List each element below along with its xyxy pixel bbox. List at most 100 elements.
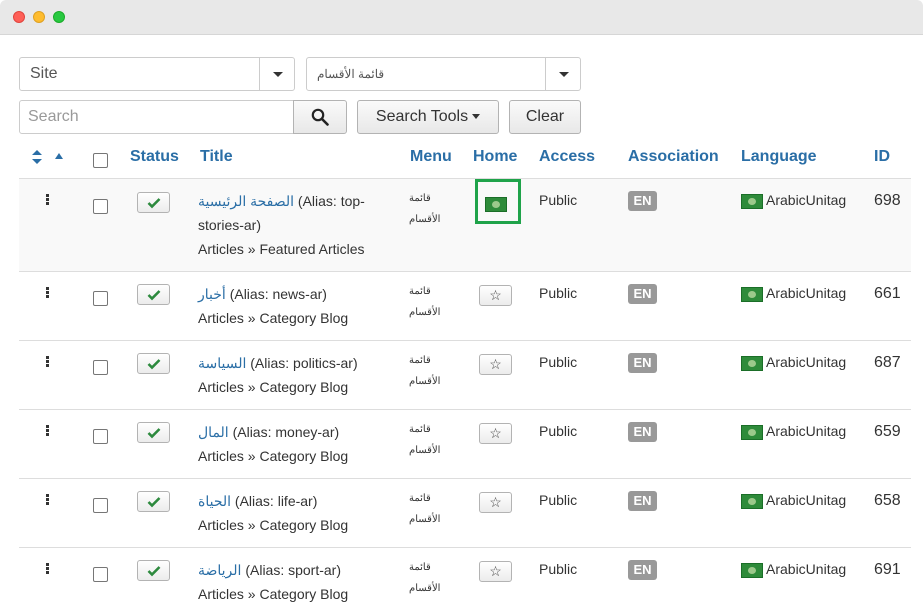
alias-text: (Alias: life-ar) xyxy=(234,493,318,509)
minimize-window-button[interactable] xyxy=(33,11,45,23)
title-cell: السياسة (Alias: politics-ar) Articles » … xyxy=(198,351,393,399)
set-home-button[interactable]: ☆ xyxy=(479,561,512,582)
column-header-id[interactable]: ID xyxy=(874,148,890,166)
check-icon xyxy=(147,497,161,508)
row-checkbox[interactable] xyxy=(93,429,108,444)
table-row: الحياة (Alias: life-ar) Articles » Categ… xyxy=(19,478,911,547)
title-cell: المال (Alias: money-ar) Articles » Categ… xyxy=(198,420,393,468)
row-checkbox[interactable] xyxy=(93,360,108,375)
search-icon xyxy=(311,108,329,126)
language-label: ArabicUnitag xyxy=(766,192,847,208)
language-label: ArabicUnitag xyxy=(766,423,847,439)
drag-handle-icon[interactable] xyxy=(46,425,50,437)
language-cell: ArabicUnitag xyxy=(741,423,846,440)
row-checkbox[interactable] xyxy=(93,291,108,306)
menu-item-title-link[interactable]: أخبار xyxy=(198,286,226,302)
menu-cell: قائمة الأقسام xyxy=(409,419,453,461)
association-badge[interactable]: EN xyxy=(628,353,657,373)
menu-item-title-link[interactable]: السياسة xyxy=(198,355,246,371)
arabic-flag-icon xyxy=(741,193,763,209)
language-label: ArabicUnitag xyxy=(766,354,847,370)
check-icon xyxy=(147,359,161,370)
menu-select[interactable]: قائمة الأقسام xyxy=(306,57,581,91)
drag-handle-icon[interactable] xyxy=(46,494,50,506)
client-select[interactable]: Site xyxy=(19,57,295,91)
set-home-button[interactable]: ☆ xyxy=(479,492,512,513)
association-badge[interactable]: EN xyxy=(628,422,657,442)
column-header-language[interactable]: Language xyxy=(741,148,817,166)
menu-item-title-link[interactable]: الصفحة الرئيسية xyxy=(198,193,294,209)
link-type-text: Articles » Featured Articles xyxy=(198,241,365,257)
column-header-access[interactable]: Access xyxy=(539,148,595,166)
language-cell: ArabicUnitag xyxy=(741,492,846,509)
menu-cell: قائمة الأقسام xyxy=(409,281,453,323)
menu-name-line2: الأقسام xyxy=(409,583,441,594)
association-badge[interactable]: EN xyxy=(628,284,657,304)
alias-text: (Alias: news-ar) xyxy=(229,286,327,302)
menu-item-title-link[interactable]: الرياضة xyxy=(198,562,241,578)
drag-handle-icon[interactable] xyxy=(46,287,50,299)
set-home-button[interactable]: ☆ xyxy=(479,354,512,375)
table-row: المال (Alias: money-ar) Articles » Categ… xyxy=(19,409,911,478)
select-all-checkbox[interactable] xyxy=(93,153,108,168)
check-icon xyxy=(147,566,161,577)
access-level: Public xyxy=(539,423,578,439)
sort-ascending-icon[interactable] xyxy=(55,153,63,159)
menu-name-line1: قائمة xyxy=(409,493,431,504)
status-toggle-button[interactable] xyxy=(137,284,170,305)
drag-handle-icon[interactable] xyxy=(46,563,50,575)
arabic-flag-icon xyxy=(741,424,763,440)
menu-select-value: قائمة الأقسام xyxy=(317,67,385,81)
item-id: 698 xyxy=(874,192,901,209)
association-badge[interactable]: EN xyxy=(628,560,657,580)
alias-text: (Alias: sport-ar) xyxy=(245,562,342,578)
alias-text: (Alias: politics-ar) xyxy=(250,355,358,371)
status-toggle-button[interactable] xyxy=(137,491,170,512)
check-icon xyxy=(147,428,161,439)
status-toggle-button[interactable] xyxy=(137,353,170,374)
status-toggle-button[interactable] xyxy=(137,560,170,581)
row-checkbox[interactable] xyxy=(93,498,108,513)
clear-label: Clear xyxy=(525,108,565,125)
menu-name-line1: قائمة xyxy=(409,193,431,204)
chevron-down-icon[interactable] xyxy=(545,58,580,90)
column-header-home[interactable]: Home xyxy=(473,148,517,166)
menu-name-line2: الأقسام xyxy=(409,514,441,525)
clear-button[interactable]: Clear xyxy=(509,100,581,134)
status-toggle-button[interactable] xyxy=(137,422,170,443)
column-header-status[interactable]: Status xyxy=(130,148,179,166)
table-row: الرياضة (Alias: sport-ar) Articles » Cat… xyxy=(19,547,911,616)
menu-name-line1: قائمة xyxy=(409,562,431,573)
table-row: السياسة (Alias: politics-ar) Articles » … xyxy=(19,340,911,409)
close-window-button[interactable] xyxy=(13,11,25,23)
chevron-down-icon[interactable] xyxy=(259,58,294,90)
menu-item-title-link[interactable]: المال xyxy=(198,424,229,440)
menu-name-line1: قائمة xyxy=(409,286,431,297)
association-badge[interactable]: EN xyxy=(628,191,657,211)
row-checkbox[interactable] xyxy=(93,567,108,582)
menu-name-line2: الأقسام xyxy=(409,307,441,318)
sort-ordering-icon[interactable] xyxy=(31,150,43,164)
link-type-text: Articles » Category Blog xyxy=(198,517,349,533)
maximize-window-button[interactable] xyxy=(53,11,65,23)
search-input[interactable] xyxy=(19,100,294,134)
access-level: Public xyxy=(539,285,578,301)
column-header-menu[interactable]: Menu xyxy=(410,148,452,166)
search-tools-button[interactable]: Search Tools xyxy=(357,100,499,134)
home-default-flag-icon[interactable] xyxy=(485,195,507,212)
access-level: Public xyxy=(539,354,578,370)
arabic-flag-icon xyxy=(741,355,763,371)
drag-handle-icon[interactable] xyxy=(46,356,50,368)
column-header-association[interactable]: Association xyxy=(628,148,719,166)
status-toggle-button[interactable] xyxy=(137,192,170,213)
search-button[interactable] xyxy=(293,100,347,134)
menu-name-line1: قائمة xyxy=(409,355,431,366)
set-home-button[interactable]: ☆ xyxy=(479,285,512,306)
column-header-title[interactable]: Title xyxy=(200,148,233,166)
link-type-text: Articles » Category Blog xyxy=(198,586,349,602)
association-badge[interactable]: EN xyxy=(628,491,657,511)
set-home-button[interactable]: ☆ xyxy=(479,423,512,444)
menu-item-title-link[interactable]: الحياة xyxy=(198,493,231,509)
drag-handle-icon[interactable] xyxy=(46,194,50,206)
row-checkbox[interactable] xyxy=(93,199,108,214)
